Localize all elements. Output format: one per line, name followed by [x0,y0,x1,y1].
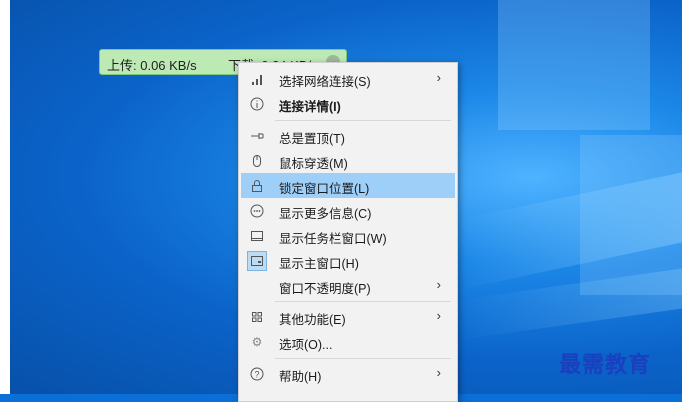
help-icon: ? [249,366,265,382]
menu-item-label: 显示主窗口(H) [279,257,359,271]
grid-icon [249,309,265,325]
info-icon [249,96,265,112]
menu-item-label: 其他功能(E) [279,313,346,327]
menu-item-connection-details[interactable]: 连接详情(I) [241,91,455,116]
menu-item-label: 显示任务栏窗口(W) [279,232,387,246]
menu-item-label: 鼠标穿透(M) [279,157,348,171]
screen-border [0,0,10,394]
windows-logo-pane [498,0,650,130]
menu-item-mouse-passthrough[interactable]: 鼠标穿透(M) [241,148,455,173]
menu-item-show-taskbar-window[interactable]: 显示任务栏窗口(W) [241,223,455,248]
menu-item-label: 选择网络连接(S) [279,75,371,89]
menu-item-label: 连接详情(I) [279,100,341,114]
signal-bars-icon [249,71,265,87]
menu-item-label: 锁定窗口位置(L) [279,182,370,196]
menu-item-lock-position[interactable]: 锁定窗口位置(L) [241,173,455,198]
pin-icon [249,128,265,144]
window-icon [247,251,267,271]
context-menu: 选择网络连接(S) › 连接详情(I) 总是置顶(T) 鼠标穿透(M) 锁定窗口… [238,62,458,402]
watermark-text: 最需教育 [559,352,652,378]
gear-icon: ⚙ [251,335,263,349]
menu-item-label: 帮助(H) [279,370,322,384]
menu-item-show-more-info[interactable]: 显示更多信息(C) [241,198,455,223]
menu-item-options[interactable]: ⚙ 选项(O)... [241,329,455,354]
chevron-right-icon: › [436,277,441,292]
menu-item-select-connection[interactable]: 选择网络连接(S) › [241,66,455,91]
menu-separator [275,120,451,121]
menu-item-other-functions[interactable]: 其他功能(E) › [241,304,455,329]
upload-speed: 上传: 0.06 KB/s [107,58,197,73]
lock-icon [249,178,265,194]
chevron-right-icon: › [436,365,441,380]
svg-text:?: ? [254,370,259,380]
menu-item-label: 显示更多信息(C) [279,207,372,221]
taskbar-icon [249,228,265,244]
menu-separator [275,358,451,359]
chevron-right-icon: › [436,70,441,85]
menu-item-window-opacity[interactable]: 窗口不透明度(P) › [241,273,455,298]
menu-item-always-on-top[interactable]: 总是置顶(T) [241,123,455,148]
menu-item-label: 选项(O)... [279,338,333,352]
menu-item-label: 总是置顶(T) [279,132,345,146]
menu-item-show-main-window[interactable]: 显示主窗口(H) [241,248,455,273]
menu-item-label: 窗口不透明度(P) [279,282,371,296]
mouse-icon [249,153,265,169]
more-icon [249,203,265,219]
menu-item-help[interactable]: ? 帮助(H) › [241,361,455,386]
menu-separator [275,301,451,302]
chevron-right-icon: › [436,308,441,323]
